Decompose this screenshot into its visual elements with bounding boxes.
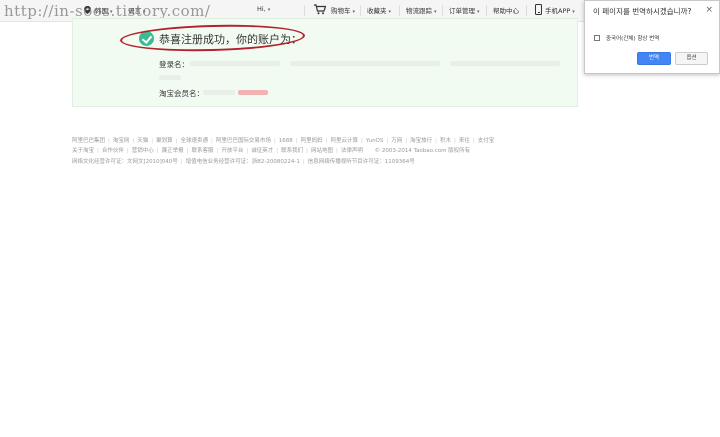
footer-divider: | [435, 138, 437, 144]
divider [304, 5, 305, 16]
redacted-login-name [450, 61, 560, 66]
help-link[interactable]: 帮助中心 [493, 5, 519, 15]
footer-links-row: 关于淘宝 | 合作伙伴 | 营销中心 | 廉正举报 | 联系客服 | 开放平台 | 诚征英才 | 联系我们 |… [72, 146, 470, 154]
footer-links-row: 阿里巴巴集团 | 淘宝网 | 天猫 | 聚划算 | 全球速卖通 | 阿里巴巴国际交易市场 | 1688 |… [72, 136, 494, 144]
chevron-down-icon: ▾ [572, 9, 575, 15]
chevron-down-icon: ▾ [477, 9, 480, 15]
redacted-login-name [190, 61, 280, 66]
footer-divider: | [186, 148, 189, 154]
footer-link[interactable]: 积木 [440, 136, 451, 144]
divider [399, 5, 400, 16]
footer-divider: | [126, 148, 129, 154]
footer-divider: | [246, 148, 249, 154]
footer-divider: | [302, 159, 305, 165]
footer-link[interactable]: 来往 [459, 136, 470, 144]
redacted-member-name [238, 90, 268, 95]
options-button[interactable]: 옵션 [675, 52, 708, 65]
footer-divider: | [454, 138, 456, 144]
footer-link[interactable]: 万网 [391, 136, 402, 144]
chevron-down-icon: ▾ [352, 9, 356, 15]
logistics-link[interactable]: 物流跟踪 ▾ [406, 5, 437, 15]
footer-link[interactable]: 合作伙伴 [102, 146, 124, 154]
member-name-label: 淘宝会员名： [159, 89, 204, 98]
footer-divider: | [276, 148, 279, 154]
translate-button[interactable]: 번역 [637, 52, 671, 65]
footer-link[interactable]: 淘宝旅行 [410, 136, 432, 144]
footer-link[interactable]: 法律声明 [341, 146, 363, 154]
footer-link[interactable]: 阿里云计算 [330, 136, 358, 144]
divider [360, 5, 361, 16]
favorites-link[interactable]: 收藏夹 ▾ [367, 5, 391, 15]
footer-divider: | [336, 148, 338, 154]
chevron-down-icon: ▾ [267, 7, 271, 13]
footer-divider: | [180, 159, 183, 165]
footer-divider: | [405, 138, 408, 144]
footer-divider: | [306, 148, 308, 154]
footer-link[interactable]: 聚划算 [156, 136, 173, 144]
footer-link[interactable]: 网站地图 [311, 146, 333, 154]
footer-divider: | [97, 148, 99, 154]
footer-link[interactable]: 1688 [279, 138, 293, 144]
footer-link[interactable]: 诚征英才 [251, 146, 273, 154]
footer-divider: | [325, 138, 328, 144]
footer-divider: | [273, 138, 276, 144]
login-name-label: 登录名： [159, 60, 189, 69]
footer-divider: | [472, 138, 475, 144]
footer-link[interactable]: 联系客服 [192, 146, 214, 154]
footer-divider: | [151, 138, 154, 144]
divider [442, 5, 443, 16]
footer-divider: | [295, 138, 298, 144]
redacted-login-name [290, 61, 440, 66]
license-text: 增值电信业务经营许可证：浙B2-20080224-1 [185, 159, 300, 165]
cart-link[interactable]: 购物车 ▾ [331, 5, 355, 15]
license-text: 网络文化经营许可证：文网文[2010]040号 [72, 159, 178, 165]
footer-divider: | [361, 138, 363, 144]
mobile-app-link[interactable]: 手机APP ▾ [545, 5, 575, 15]
always-translate-label: 중국어(간체) 항상 번역 [606, 36, 660, 42]
footer-link[interactable]: 支付宝 [478, 136, 495, 144]
footer-license-row: 网络文化经营许可证：文网文[2010]040号 | 增值电信业务经营许可证：浙B2-… [72, 157, 415, 165]
translate-popup-title: 이 페이지를 번역하시겠습니까? [593, 7, 692, 16]
footer-link[interactable]: 阿里巴巴集团 [72, 136, 105, 144]
footer-link[interactable]: 开放平台 [221, 146, 243, 154]
footer-divider: | [132, 138, 135, 144]
divider [526, 5, 527, 16]
close-icon[interactable]: × [705, 5, 713, 15]
footer-link[interactable]: 关于淘宝 [72, 146, 94, 154]
footer-divider: | [216, 148, 219, 154]
copyright-text: © 2003-2014 Taobao.com 版权所有 [374, 148, 471, 154]
footer-link[interactable]: 联系我们 [281, 146, 303, 154]
redacted-login-name [159, 75, 181, 80]
always-translate-checkbox[interactable] [594, 35, 600, 41]
footer-link[interactable]: 天猫 [137, 136, 148, 144]
orders-link[interactable]: 订单管理 ▾ [449, 5, 480, 15]
footer-divider: | [175, 138, 178, 144]
chevron-down-icon: ▾ [388, 9, 392, 15]
divider [486, 5, 487, 16]
footer-link[interactable]: 廉正举报 [162, 146, 184, 154]
footer-divider: | [108, 138, 110, 144]
user-greeting[interactable]: Hi, ▾ [257, 5, 270, 13]
redacted-member-name [203, 90, 235, 95]
footer-link[interactable]: 淘宝网 [113, 136, 130, 144]
footer-divider: | [211, 138, 213, 144]
mobile-phone-icon [535, 4, 542, 15]
footer-divider: | [156, 148, 159, 154]
license-text: 信息网络传播视听节目许可证：1109364号 [307, 159, 415, 165]
cart-icon [314, 4, 326, 15]
chevron-down-icon: ▾ [434, 9, 437, 15]
footer-link[interactable]: 全球速卖通 [181, 136, 209, 144]
footer-link[interactable]: 营销中心 [132, 146, 154, 154]
footer-link[interactable]: YunOS [366, 138, 384, 144]
footer-link[interactable]: 阿里妈妈 [301, 136, 323, 144]
footer-divider: | [386, 138, 389, 144]
footer-link[interactable]: 阿里巴巴国际交易市场 [216, 136, 271, 144]
